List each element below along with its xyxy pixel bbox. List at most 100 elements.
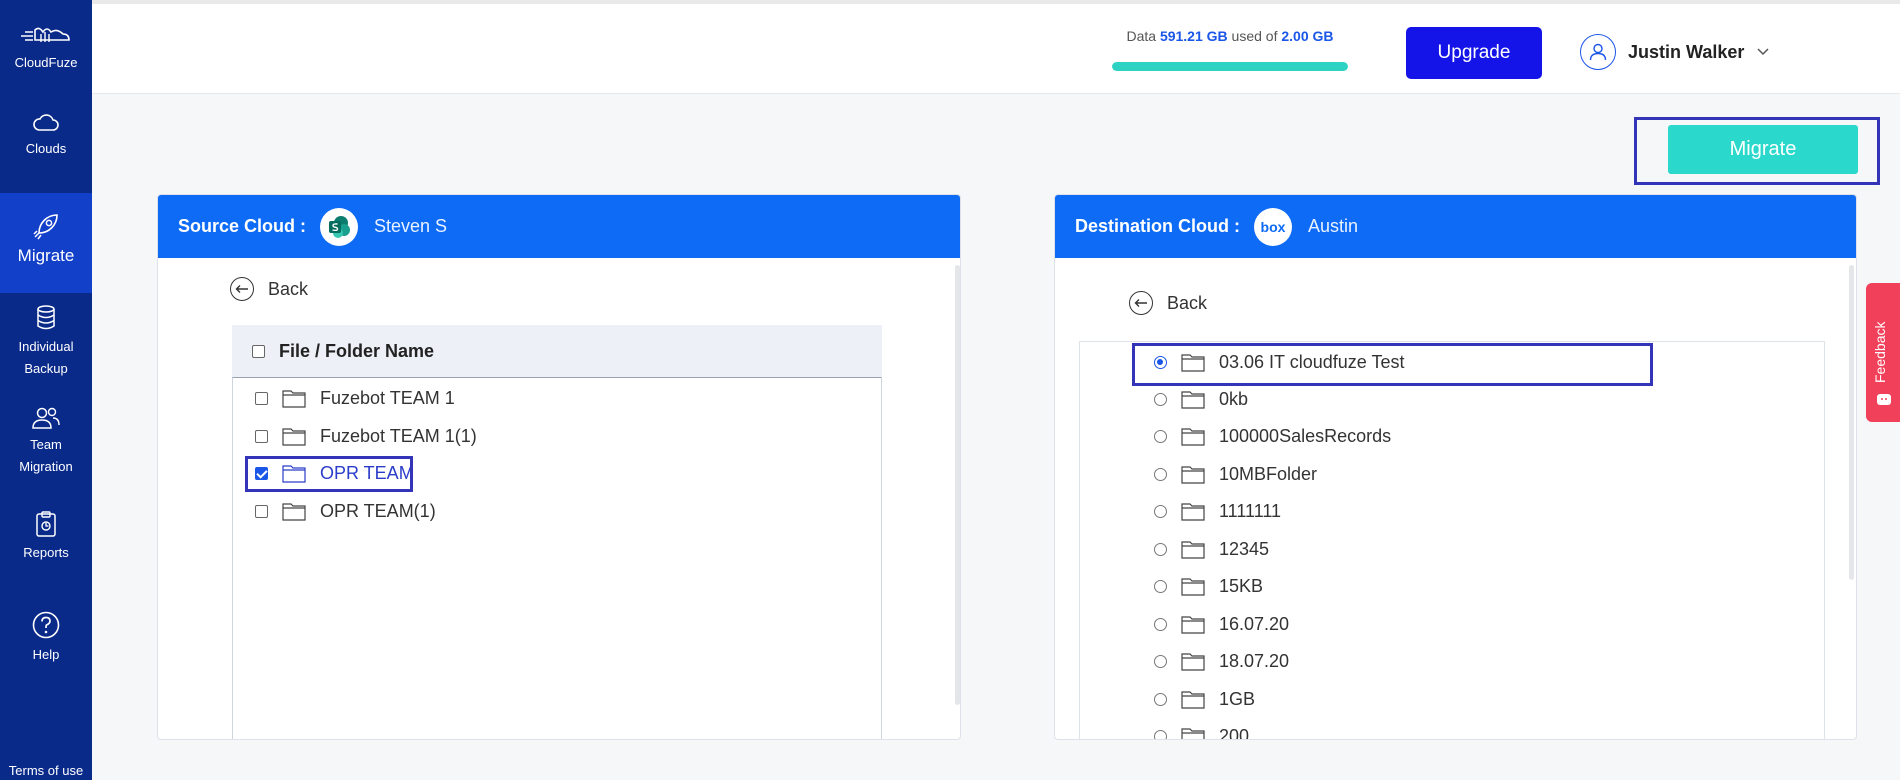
list-item[interactable]: 1GB [1080, 682, 1255, 716]
folder-icon [282, 390, 306, 408]
usage-prefix: Data [1126, 28, 1157, 44]
sidebar-item-label: Reports [23, 545, 69, 560]
destination-back-button[interactable]: Back [1129, 291, 1207, 315]
list-item[interactable]: Fuzebot TEAM 1 [233, 381, 455, 415]
folder-icon [282, 428, 306, 446]
usage-total-value: 2.00 GB [1281, 28, 1334, 44]
folder-icon [1181, 578, 1205, 596]
sidebar-item-team-migration[interactable]: Team Migration [0, 406, 92, 478]
list-item[interactable]: Fuzebot TEAM 1(1) [233, 419, 477, 453]
row-checkbox[interactable] [255, 429, 268, 443]
user-icon [1589, 43, 1607, 61]
item-name: 16.07.20 [1219, 613, 1290, 634]
source-cloud-header: Source Cloud : Steven S [158, 195, 960, 258]
sidebar-item-label: Migration [19, 459, 73, 474]
sidebar-item-label: Help [32, 647, 60, 662]
sidebar-logo[interactable]: CloudFuze [0, 24, 92, 74]
chevron-down-icon [1757, 48, 1769, 56]
item-name: 200 [1219, 725, 1250, 740]
destination-account-name: Austin [1308, 216, 1359, 236]
row-radio[interactable] [1154, 542, 1167, 556]
item-name: 18.07.20 [1219, 650, 1290, 671]
user-menu[interactable]: Justin Walker [1580, 32, 1770, 72]
sharepoint-logo-icon [320, 207, 359, 246]
row-radio[interactable] [1154, 467, 1167, 481]
row-radio[interactable] [1154, 692, 1167, 706]
source-file-list: Fuzebot TEAM 1 Fuzebot TEAM 1(1) OPR TEA… [232, 377, 882, 739]
destination-cloud-title: Destination Cloud : [1075, 216, 1240, 236]
item-name: Fuzebot TEAM 1(1) [320, 425, 477, 446]
feedback-tab[interactable]: Feedback [1866, 283, 1900, 422]
row-radio[interactable] [1154, 579, 1167, 593]
row-radio[interactable] [1154, 504, 1167, 518]
sidebar-item-help[interactable]: Help [0, 610, 92, 666]
destination-cloud-header: Destination Cloud : box Austin [1055, 195, 1856, 258]
usage-used-value: 591.21 GB [1159, 28, 1228, 44]
folder-icon [1181, 691, 1205, 709]
terms-of-use-link[interactable]: Terms of use [0, 763, 92, 778]
upgrade-button[interactable]: Upgrade [1406, 27, 1542, 79]
sidebar-item-label: Backup [24, 361, 68, 376]
chat-icon [1877, 394, 1891, 405]
storage-usage-fill [1112, 62, 1348, 71]
selection-highlight-box [245, 456, 413, 492]
list-item[interactable]: 200 [1080, 719, 1250, 740]
list-item[interactable]: 18.07.20 [1080, 644, 1289, 678]
destination-scrollbar[interactable] [1849, 265, 1854, 580]
folder-icon [1181, 541, 1205, 559]
row-checkbox[interactable] [255, 391, 268, 405]
item-name: 100000SalesRecords [1219, 425, 1392, 446]
sidebar-item-label: Migrate [17, 246, 75, 265]
item-name: 0kb [1219, 388, 1249, 409]
source-back-button[interactable]: Back [230, 277, 308, 301]
source-account-name: Steven S [374, 216, 448, 236]
row-radio[interactable] [1154, 429, 1167, 443]
sidebar-item-label: Team [30, 437, 62, 452]
item-name: OPR TEAM(1) [320, 500, 436, 521]
row-radio[interactable] [1154, 392, 1167, 406]
destination-cloud-panel: Destination Cloud : box Austin Back 03.0… [1054, 194, 1857, 740]
back-arrow-icon [230, 277, 254, 301]
sidebar-item-label: Individual [18, 339, 74, 354]
folder-icon [1181, 653, 1205, 671]
folder-icon [1181, 728, 1205, 739]
row-radio[interactable] [1154, 654, 1167, 668]
list-item[interactable]: 16.07.20 [1080, 607, 1289, 641]
usage-mid: used of [1231, 28, 1278, 44]
source-scrollbar[interactable] [955, 265, 960, 705]
list-item[interactable]: 1111111 [1080, 494, 1281, 528]
sidebar-item-individual-backup[interactable]: Individual Backup [0, 304, 92, 380]
back-arrow-icon [1129, 291, 1153, 315]
list-item[interactable]: 100000SalesRecords [1080, 419, 1391, 453]
storage-usage-text: Data 591.21 GB used of 2.00 GB [1110, 28, 1350, 44]
box-logo-text: box [1260, 218, 1286, 235]
row-radio[interactable] [1154, 729, 1167, 739]
sidebar-item-migrate[interactable]: Migrate [0, 193, 92, 293]
list-item[interactable]: OPR TEAM(1) [233, 494, 436, 528]
sidebar-item-reports[interactable]: Reports [0, 510, 92, 564]
row-radio[interactable] [1154, 617, 1167, 631]
list-item[interactable]: 15KB [1080, 569, 1263, 603]
sidebar-item-label: Clouds [25, 141, 67, 156]
storage-usage-bar [1112, 62, 1348, 71]
database-icon [37, 305, 55, 330]
list-item[interactable]: 12345 [1080, 532, 1269, 566]
source-cloud-panel: Source Cloud : Steven S Back File / Fold… [157, 194, 961, 740]
list-item[interactable]: 0kb [1080, 382, 1248, 416]
users-icon [32, 407, 60, 429]
select-all-checkbox[interactable] [252, 344, 265, 358]
cloudfuze-logo-icon [21, 27, 70, 42]
item-name: 12345 [1219, 538, 1270, 559]
folder-icon [1181, 503, 1205, 521]
selection-highlight-box [1132, 343, 1653, 386]
user-name: Justin Walker [1628, 41, 1745, 62]
folder-icon [1181, 466, 1205, 484]
folder-icon [282, 503, 306, 521]
item-name: Fuzebot TEAM 1 [320, 387, 455, 408]
sidebar-item-clouds[interactable]: Clouds [0, 112, 92, 160]
list-item[interactable]: 10MBFolder [1080, 457, 1317, 491]
row-checkbox[interactable] [255, 504, 268, 518]
item-name: 10MBFolder [1219, 463, 1318, 484]
folder-icon [1181, 616, 1205, 634]
migrate-button[interactable]: Migrate [1668, 125, 1858, 174]
